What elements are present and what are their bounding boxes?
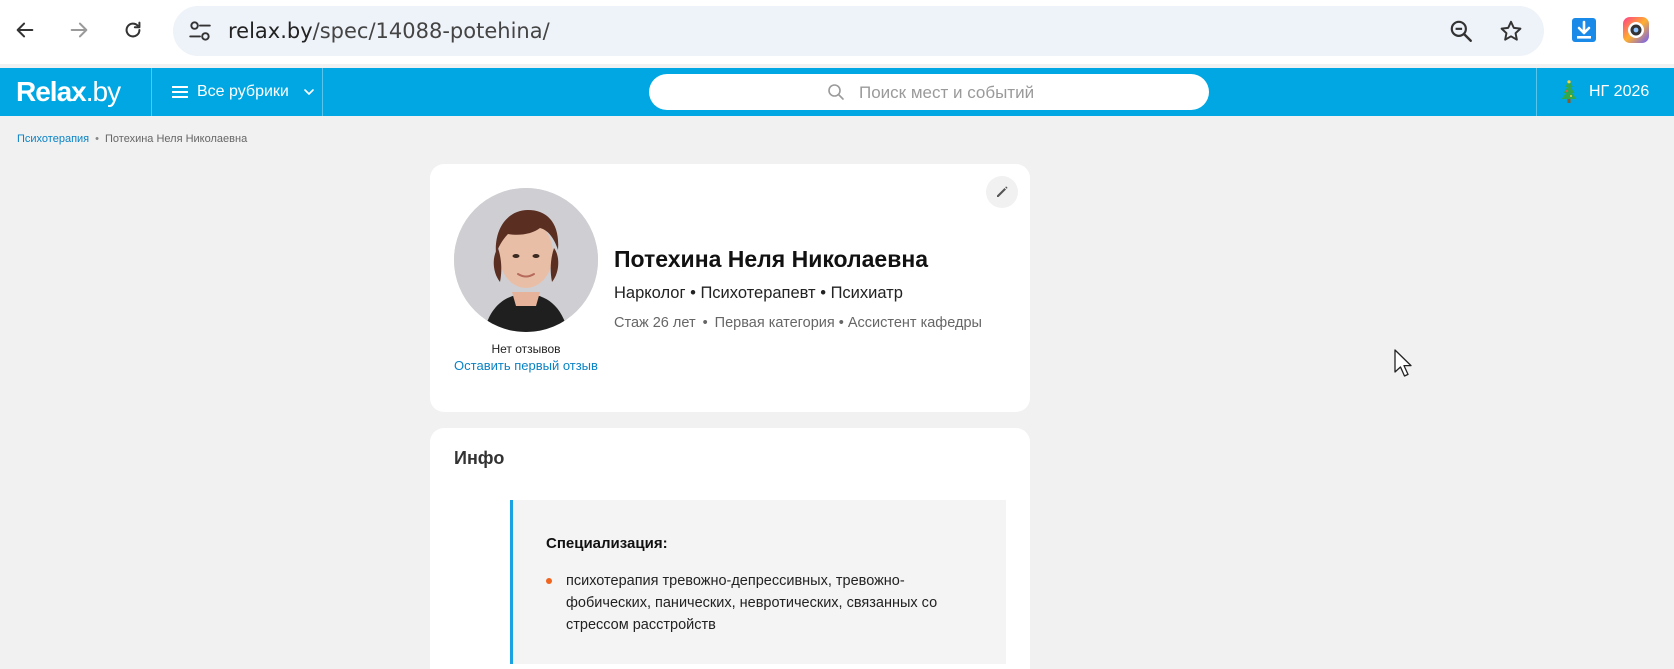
url-path: /spec/14088-potehina/ [312,19,550,43]
ny-2026-link[interactable]: НГ 2026 [1559,68,1649,116]
site-header: Relax.by Все рубрики Поиск мест и событи… [0,68,1674,116]
camera-extension-icon[interactable] [1622,16,1650,44]
hamburger-icon [172,86,188,98]
mouse-cursor-icon [1394,349,1412,377]
breadcrumb-item-psychotherapy[interactable]: Психотерапия [17,133,89,145]
header-divider [1536,68,1537,116]
christmas-tree-icon [1561,80,1577,103]
bullet-icon [546,578,552,584]
url-host: relax.by [228,19,313,43]
search-placeholder: Поиск мест и событий [859,83,1035,102]
reload-icon [125,21,141,38]
download-icon[interactable] [1570,16,1598,44]
breadcrumb-item-current: Потехина Неля Николаевна [105,133,248,145]
doctor-name: Потехина Неля Николаевна [614,246,929,272]
doctor-specialties: Нарколог • Психотерапевт • Психиатр [614,284,903,302]
category: Первая категория • Ассистент кафедры [714,315,982,331]
url-text[interactable]: relax.by/spec/14088-potehina/ [228,19,550,43]
specialization-item: психотерапия тревожно-депрессивных, трев… [566,573,938,633]
forward-arrow-icon [70,22,88,38]
address-bar[interactable]: relax.by/spec/14088-potehina/ [173,6,1544,56]
header-divider [151,68,152,116]
meta-separator: • [702,315,708,331]
avatar-photo [454,188,598,332]
info-title: Инфо [454,448,505,468]
rubrics-label: Все рубрики [197,83,289,100]
zoom-out-icon[interactable] [1448,18,1474,44]
doctor-meta: Стаж 26 лет • Первая категория • Ассистент… [614,315,982,331]
search-icon [828,84,844,100]
search-input[interactable]: Поиск мест и событий [649,74,1209,110]
profile-card: Нет отзывов Оставить первый отзыв Потехи… [430,164,1030,412]
forward-button[interactable] [61,12,97,48]
tune-icon[interactable] [187,18,213,44]
specialization-heading: Специализация: [546,535,668,552]
reviews-status: Нет отзывов [491,342,561,356]
doctor-avatar [454,188,598,332]
back-arrow-icon [16,22,34,38]
breadcrumb-separator: • [95,133,99,145]
reload-button[interactable] [115,12,151,48]
header-divider [322,68,323,116]
star-icon[interactable] [1498,18,1524,44]
chevron-down-icon [304,89,314,95]
site-logo[interactable]: Relax.by [16,76,121,108]
rubrics-menu-button[interactable]: Все рубрики [172,68,315,116]
browser-toolbar: relax.by/spec/14088-potehina/ [0,0,1674,64]
specialization-block: Специализация: психотерапия тревожно-деп… [510,500,1006,664]
back-button[interactable] [7,12,43,48]
pencil-icon [997,186,1008,197]
first-review-link[interactable]: Оставить первый отзыв [454,358,598,374]
breadcrumb: Психотерапия • Потехина Неля Николаевна [17,133,247,145]
ny-label: НГ 2026 [1589,83,1650,100]
experience: Стаж 26 лет [614,315,696,331]
logo-main: Relax [16,76,87,107]
info-card: Инфо Специализация: психотерапия тревожн… [430,428,1030,669]
edit-button[interactable] [986,176,1018,208]
logo-suffix: .by [85,76,121,107]
